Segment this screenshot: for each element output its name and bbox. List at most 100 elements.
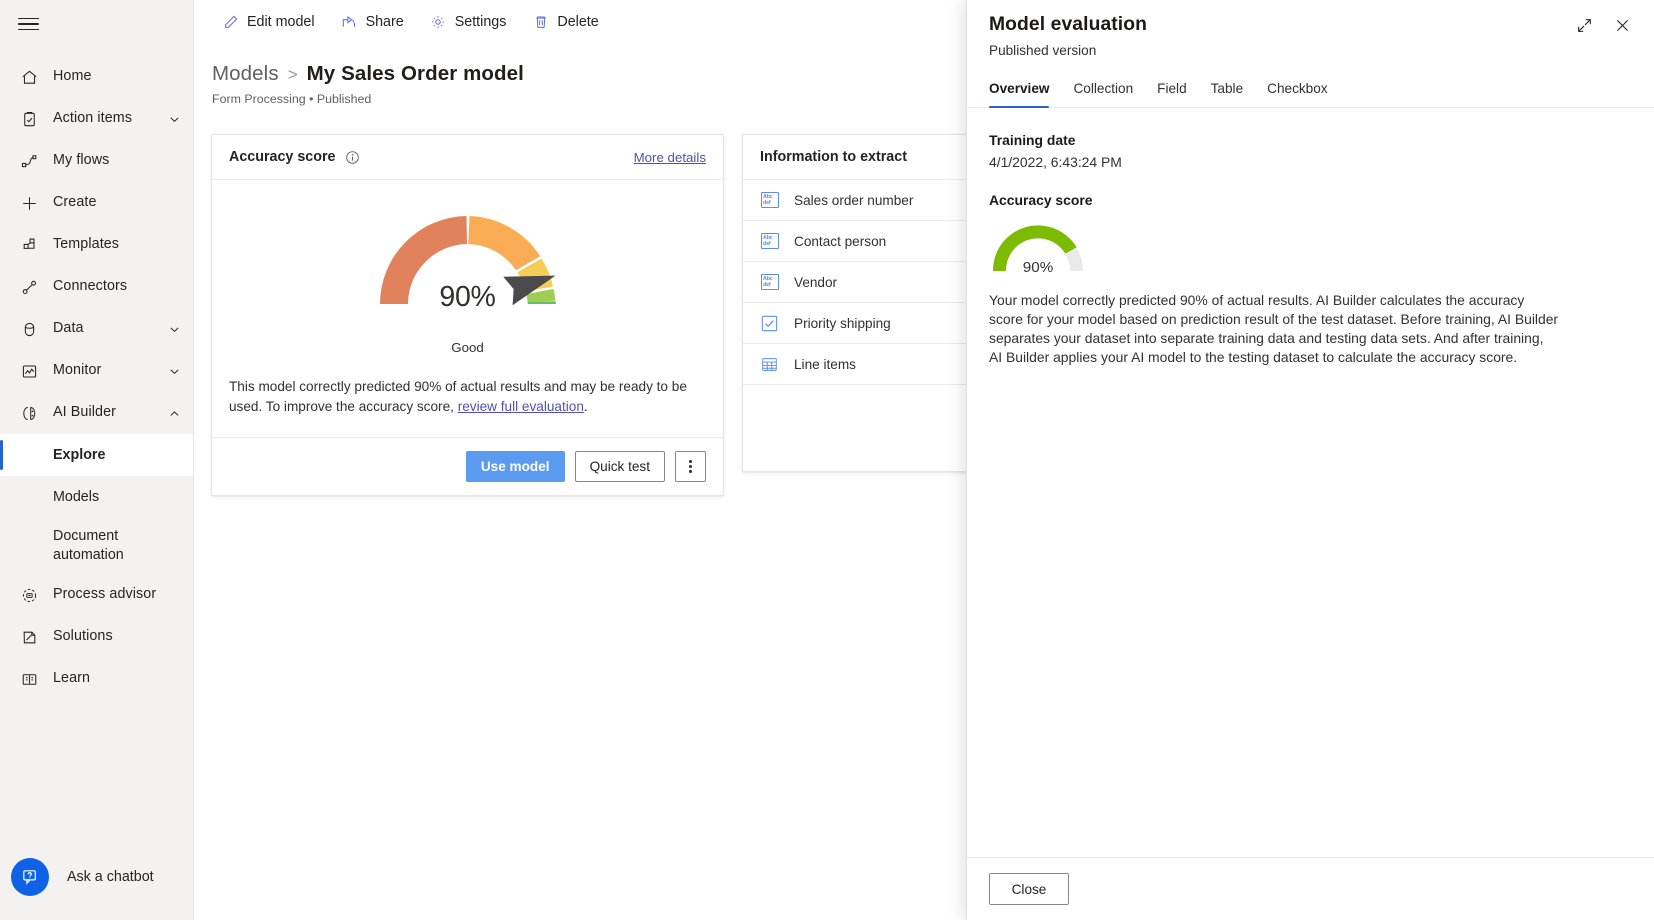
sidebar-item-home[interactable]: Home: [0, 56, 193, 98]
share-icon: [341, 14, 358, 31]
sidebar-item-process-advisor[interactable]: Process advisor: [0, 574, 193, 616]
delete-button[interactable]: Delete: [521, 8, 609, 37]
edit-model-button[interactable]: Edit model: [211, 8, 326, 37]
page-title: My Sales Order model: [307, 62, 524, 86]
sidebar-item-my-flows[interactable]: My flows: [0, 140, 193, 182]
tab-field[interactable]: Field: [1145, 72, 1198, 107]
quick-test-button[interactable]: Quick test: [575, 451, 665, 482]
sidebar-subitem-label: Explore: [53, 447, 105, 463]
sidebar-item-document-automation[interactable]: Document automation: [0, 518, 193, 574]
panel-paragraph: Your model correctly predicted 90% of ac…: [989, 291, 1559, 367]
text-field-icon: Abcdef: [760, 232, 779, 251]
chevron-up-icon[interactable]: [168, 407, 181, 420]
chevron-down-icon[interactable]: [168, 323, 181, 336]
info-row-label: Sales order number: [794, 193, 913, 208]
sidebar-item-label: Monitor: [53, 362, 101, 379]
settings-button[interactable]: Settings: [419, 8, 518, 37]
hamburger-icon: [18, 14, 39, 35]
panel-tabs: Overview Collection Field Table Checkbox: [967, 72, 1654, 108]
sidebar-item-explore[interactable]: Explore: [0, 434, 193, 476]
command-label: Edit model: [247, 14, 315, 30]
info-row-label: Priority shipping: [794, 316, 891, 331]
accuracy-card-footer: Use model Quick test: [212, 437, 723, 495]
sidebar-item-learn[interactable]: Learn: [0, 658, 193, 700]
sidebar-item-label: Solutions: [53, 628, 113, 645]
tab-label: Collection: [1073, 81, 1133, 96]
command-label: Share: [366, 14, 404, 30]
close-icon: [1614, 17, 1631, 39]
tab-checkbox[interactable]: Checkbox: [1255, 72, 1339, 107]
chatbot-label: Ask a chatbot: [67, 869, 154, 885]
sidebar-item-label: Home: [53, 68, 92, 85]
gauge-caption: Good: [451, 340, 484, 355]
expand-panel-button[interactable]: [1568, 12, 1600, 44]
sidebar-item-connectors[interactable]: Connectors: [0, 266, 193, 308]
chatbot-icon: [11, 858, 49, 896]
tab-table[interactable]: Table: [1199, 72, 1256, 107]
accuracy-card-title: Accuracy score: [229, 149, 336, 165]
sidebar-item-ai-builder[interactable]: AI Builder: [0, 392, 193, 434]
sidebar-item-label: Learn: [53, 670, 90, 687]
sidebar-item-label: Process advisor: [53, 586, 156, 603]
clipboard-check-icon: [18, 108, 40, 130]
connectors-icon: [18, 276, 40, 298]
tab-label: Overview: [989, 81, 1049, 96]
panel-spacer: [989, 170, 1632, 192]
sidebar-item-label: My flows: [53, 152, 109, 169]
sidebar-item-action-items[interactable]: Action items: [0, 98, 193, 140]
tab-label: Table: [1211, 81, 1244, 96]
plus-icon: [18, 192, 40, 214]
info-card-title: Information to extract: [760, 149, 907, 165]
sidebar-item-templates[interactable]: Templates: [0, 224, 193, 266]
sidebar-item-models[interactable]: Models: [0, 476, 193, 518]
flow-icon: [18, 150, 40, 172]
share-button[interactable]: Share: [330, 8, 415, 37]
use-model-button[interactable]: Use model: [466, 451, 565, 482]
info-icon[interactable]: [345, 150, 360, 165]
info-row-label: Vendor: [794, 275, 837, 290]
database-icon: [18, 318, 40, 340]
sidebar-item-label: Action items: [53, 110, 132, 127]
sidebar-item-create[interactable]: Create: [0, 182, 193, 224]
panel-footer: Close: [967, 857, 1654, 920]
command-label: Settings: [455, 14, 507, 30]
close-button[interactable]: Close: [989, 873, 1069, 905]
sidebar-subitem-label: Models: [53, 489, 99, 505]
trash-icon: [532, 14, 549, 31]
tab-collection[interactable]: Collection: [1061, 72, 1145, 107]
gear-icon: [430, 14, 447, 31]
review-full-evaluation-link[interactable]: review full evaluation: [458, 399, 584, 414]
mini-gauge-value: 90%: [989, 259, 1087, 276]
sidebar-item-data[interactable]: Data: [0, 308, 193, 350]
breadcrumb-models-link[interactable]: Models: [212, 62, 279, 86]
mini-accuracy-gauge: 90%: [989, 219, 1087, 273]
panel-header: Model evaluation Published version: [967, 0, 1654, 58]
ask-a-chatbot-button[interactable]: Ask a chatbot: [0, 858, 193, 896]
kebab-icon: [689, 460, 692, 473]
sidebar-item-solutions[interactable]: Solutions: [0, 616, 193, 658]
info-row-label: Line items: [794, 357, 856, 372]
sidebar-item-label: AI Builder: [53, 404, 116, 421]
tab-label: Checkbox: [1267, 81, 1327, 96]
more-options-button[interactable]: [675, 451, 706, 482]
more-details-link[interactable]: More details: [634, 150, 706, 165]
ai-builder-brain-icon: [18, 402, 40, 424]
app-root: Home Action items: [0, 0, 1654, 920]
accuracy-gauge: 90% Good: [212, 180, 723, 361]
table-icon: [760, 355, 779, 374]
panel-accuracy-label: Accuracy score: [989, 192, 1632, 208]
training-date-value: 4/1/2022, 6:43:24 PM: [989, 154, 1632, 170]
chevron-down-icon[interactable]: [168, 365, 181, 378]
sidebar-item-label: Data: [53, 320, 84, 337]
sidebar: Home Action items: [0, 0, 194, 920]
chevron-down-icon[interactable]: [168, 113, 181, 126]
accuracy-description-part2: .: [584, 399, 588, 414]
tab-overview[interactable]: Overview: [989, 72, 1061, 107]
sidebar-nav: Home Action items: [0, 48, 193, 700]
sidebar-item-label: Templates: [53, 236, 119, 253]
text-field-icon: Abcdef: [760, 273, 779, 292]
hamburger-menu-icon[interactable]: [0, 0, 193, 48]
checkbox-icon: [760, 314, 779, 333]
close-panel-button[interactable]: [1606, 12, 1638, 44]
sidebar-item-monitor[interactable]: Monitor: [0, 350, 193, 392]
